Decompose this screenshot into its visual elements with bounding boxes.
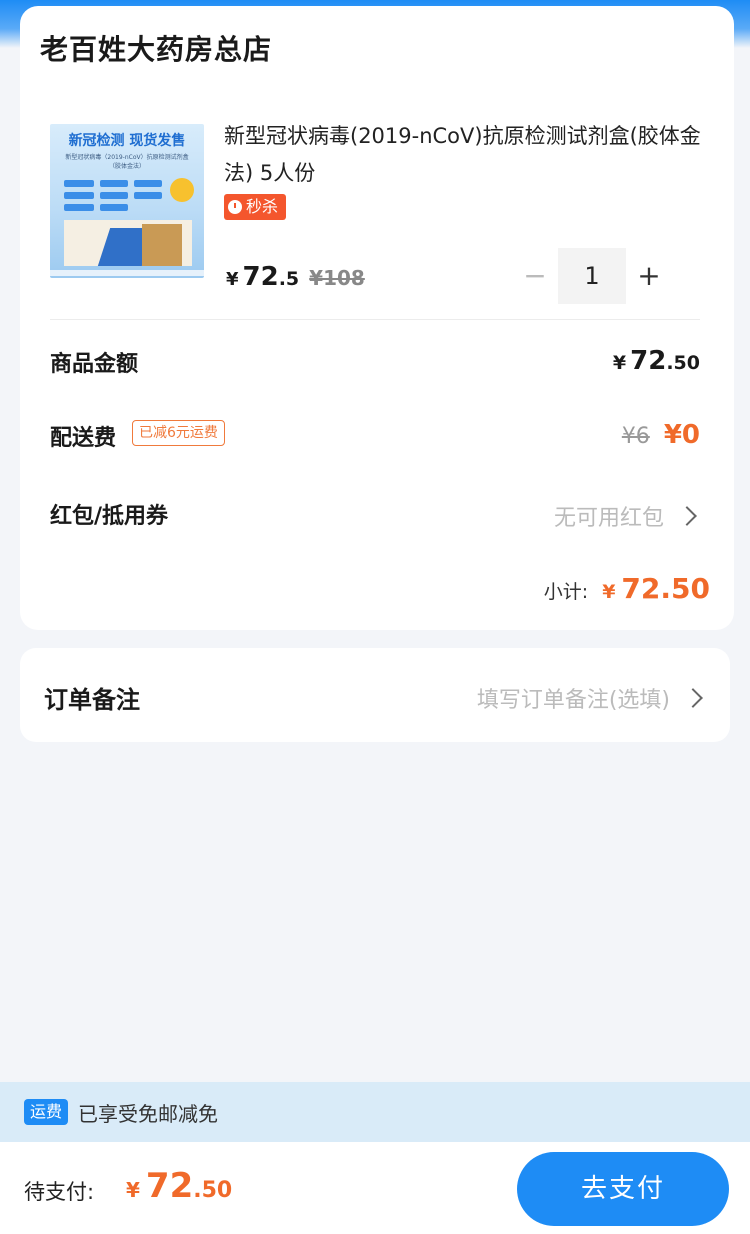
quantity-stepper: − 1 +: [512, 248, 672, 304]
coupon-value: 无可用红包: [553, 506, 664, 531]
subtotal-label: 小计:: [543, 581, 589, 603]
product-image[interactable]: 新冠检测 现货发售 新型冠状病毒（2019-nCoV）抗原检测试剂盒（胶体金法）: [50, 124, 204, 278]
divider: [50, 319, 700, 320]
decrease-button[interactable]: −: [512, 248, 558, 304]
pay-button[interactable]: 去支付: [517, 1152, 729, 1226]
increase-button[interactable]: +: [626, 248, 672, 304]
image-decoration: [64, 180, 94, 187]
pay-decimal: .50: [193, 1178, 233, 1203]
pay-label: 待支付:: [24, 1180, 95, 1204]
original-price: ¥108: [309, 266, 365, 290]
goods-currency: ¥: [612, 352, 627, 374]
shipping-fee: ¥6 ¥0: [622, 420, 700, 450]
flash-sale-tag: 秒杀: [224, 194, 287, 220]
goods-integer: 72: [630, 346, 667, 376]
shipping-discount-tag: 已减6元运费: [132, 420, 225, 446]
free-shipping-text: 已享受免邮减免: [78, 1101, 219, 1126]
shipping-original-fee: ¥6: [621, 424, 650, 449]
alarm-clock-icon: [228, 200, 242, 214]
order-note-row[interactable]: 订单备注 填写订单备注(选填): [20, 648, 730, 742]
coupon-label: 红包/抵用券: [50, 504, 169, 529]
image-decoration: [100, 192, 128, 199]
order-note-placeholder: 填写订单备注(选填): [476, 688, 670, 713]
product-image-title: 新冠检测 现货发售: [68, 133, 186, 149]
image-footer: [50, 270, 204, 276]
image-decoration: [64, 204, 94, 211]
shipping-tag: 运费: [24, 1099, 69, 1125]
product-price: ¥ 72 .5 ¥108: [226, 262, 365, 292]
price-decimal: .5: [278, 268, 300, 290]
image-box: [142, 224, 182, 266]
pay-integer: 72: [145, 1166, 194, 1206]
price-integer: 72: [242, 262, 279, 292]
free-shipping-banner: 运费 已享受免邮减免: [0, 1082, 750, 1142]
store-name[interactable]: 老百姓大药房总店: [40, 28, 272, 68]
chevron-right-icon: [677, 506, 697, 526]
image-decoration: [100, 204, 128, 211]
pay-amount: ¥ 72 .50: [126, 1166, 232, 1206]
coupon-selector[interactable]: 无可用红包: [553, 500, 697, 532]
goods-amount-label: 商品金额: [50, 352, 139, 377]
flash-sale-label: 秒杀: [246, 197, 279, 216]
price-currency: ¥: [226, 269, 239, 290]
quantity-value[interactable]: 1: [558, 248, 626, 304]
goods-decimal: .50: [666, 352, 700, 374]
product-name[interactable]: 新型冠状病毒(2019-nCoV)抗原检测试剂盒(胶体金法) 5人份: [224, 118, 714, 192]
order-note-field[interactable]: 填写订单备注(选填): [476, 682, 703, 714]
image-decoration: [64, 192, 94, 199]
order-note-label: 订单备注: [44, 686, 140, 714]
shipping-label: 配送费: [50, 426, 117, 451]
checkout-bar: 待支付: ¥ 72 .50 去支付: [0, 1142, 750, 1234]
image-badge: [170, 178, 194, 202]
chevron-right-icon: [683, 688, 703, 708]
store-order-card: 老百姓大药房总店 新冠检测 现货发售 新型冠状病毒（2019-nCoV）抗原检测…: [20, 6, 734, 630]
subtotal-currency: ¥: [602, 581, 616, 603]
image-decoration: [100, 180, 128, 187]
goods-amount-value: ¥ 72 .50: [613, 346, 700, 376]
subtotal-value: 72.50: [621, 572, 710, 605]
product-image-subtitle: 新型冠状病毒（2019-nCoV）抗原检测试剂盒（胶体金法）: [65, 154, 189, 170]
pay-currency: ¥: [126, 1178, 140, 1202]
image-decoration: [134, 180, 162, 187]
shipping-final-fee: ¥0: [663, 420, 700, 450]
image-decoration: [134, 192, 162, 199]
subtotal: 小计: ¥ 72.50: [544, 572, 710, 605]
